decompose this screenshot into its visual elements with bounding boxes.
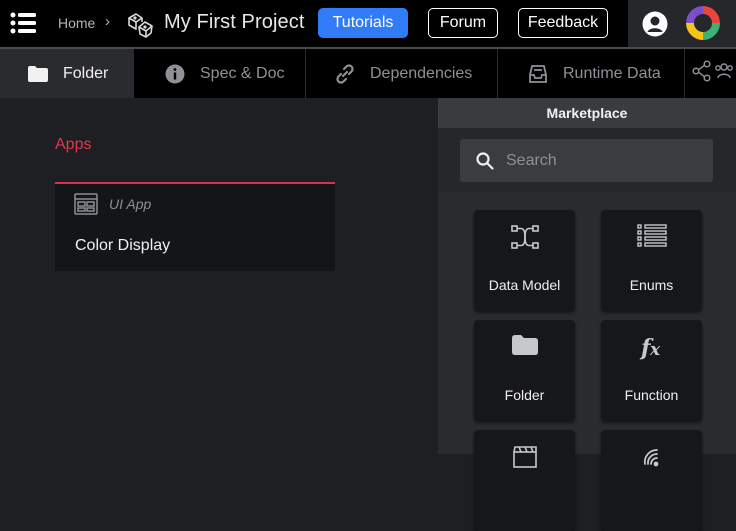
folder-icon — [474, 334, 575, 362]
data-model-icon — [474, 224, 575, 252]
tab-bar: Folder Spec & Doc Dependencies Runtime D… — [0, 49, 736, 98]
people-icon — [714, 62, 734, 85]
tile-data-model[interactable]: Data Model — [474, 210, 575, 311]
brand-logo-icon[interactable] — [684, 4, 722, 42]
inbox-icon — [527, 63, 549, 85]
ui-app-icon — [74, 193, 98, 215]
function-icon: f x — [601, 334, 702, 362]
search-box[interactable] — [460, 139, 713, 182]
tab-label: Dependencies — [370, 64, 473, 82]
signal-icon — [601, 444, 702, 472]
marketplace-title: Marketplace — [438, 98, 736, 128]
tab-share[interactable] — [685, 49, 736, 98]
svg-text:x: x — [649, 340, 661, 360]
tab-folder[interactable]: Folder — [0, 49, 134, 98]
tab-label: Runtime Data — [563, 64, 661, 82]
apps-section-title: Apps — [55, 136, 92, 153]
list-icon — [601, 224, 702, 252]
marketplace-grid: Data Model Enums Folder f x Function — [438, 192, 736, 531]
tile-signal[interactable] — [601, 430, 702, 531]
tile-label: Data Model — [488, 277, 561, 293]
tab-runtime-data[interactable]: Runtime Data — [498, 49, 685, 98]
breadcrumb-separator: › — [105, 13, 110, 30]
app-card[interactable]: UI App Color Display — [55, 182, 335, 271]
search-input[interactable] — [506, 139, 706, 182]
project-title: My First Project — [164, 11, 305, 33]
app-type-label: UI App — [109, 196, 152, 212]
feedback-button[interactable]: Feedback — [518, 8, 608, 38]
tile-enums[interactable]: Enums — [601, 210, 702, 311]
tab-label: Folder — [63, 64, 109, 82]
app-name: Color Display — [75, 237, 171, 254]
folder-icon — [27, 63, 49, 85]
tile-folder[interactable]: Folder — [474, 320, 575, 421]
folder-panel: Apps UI App Color Display — [0, 98, 438, 454]
tab-spec-doc[interactable]: Spec & Doc — [134, 49, 306, 98]
tile-media[interactable] — [474, 430, 575, 531]
tutorials-button[interactable]: Tutorials — [318, 8, 408, 38]
marketplace-panel: Marketplace Data Model — [438, 98, 736, 531]
user-avatar-icon[interactable] — [642, 11, 668, 37]
tile-label: Folder — [504, 387, 545, 403]
clapperboard-icon — [474, 444, 575, 472]
marketplace-search-area — [438, 128, 736, 192]
tab-dependencies[interactable]: Dependencies — [306, 49, 498, 98]
tab-label: Spec & Doc — [200, 64, 285, 82]
search-icon — [475, 151, 495, 171]
info-icon — [164, 63, 186, 85]
tile-label: Enums — [629, 277, 674, 293]
top-bar: Home › My First Project Tutorials Forum … — [0, 0, 736, 47]
link-icon — [334, 63, 356, 85]
tile-function[interactable]: f x Function — [601, 320, 702, 421]
tile-label: Function — [624, 387, 679, 403]
share-icon — [692, 60, 712, 87]
project-dice-icon — [126, 10, 154, 38]
menu-icon[interactable] — [10, 11, 36, 35]
breadcrumb-home[interactable]: Home — [58, 15, 95, 31]
forum-button[interactable]: Forum — [428, 8, 498, 38]
